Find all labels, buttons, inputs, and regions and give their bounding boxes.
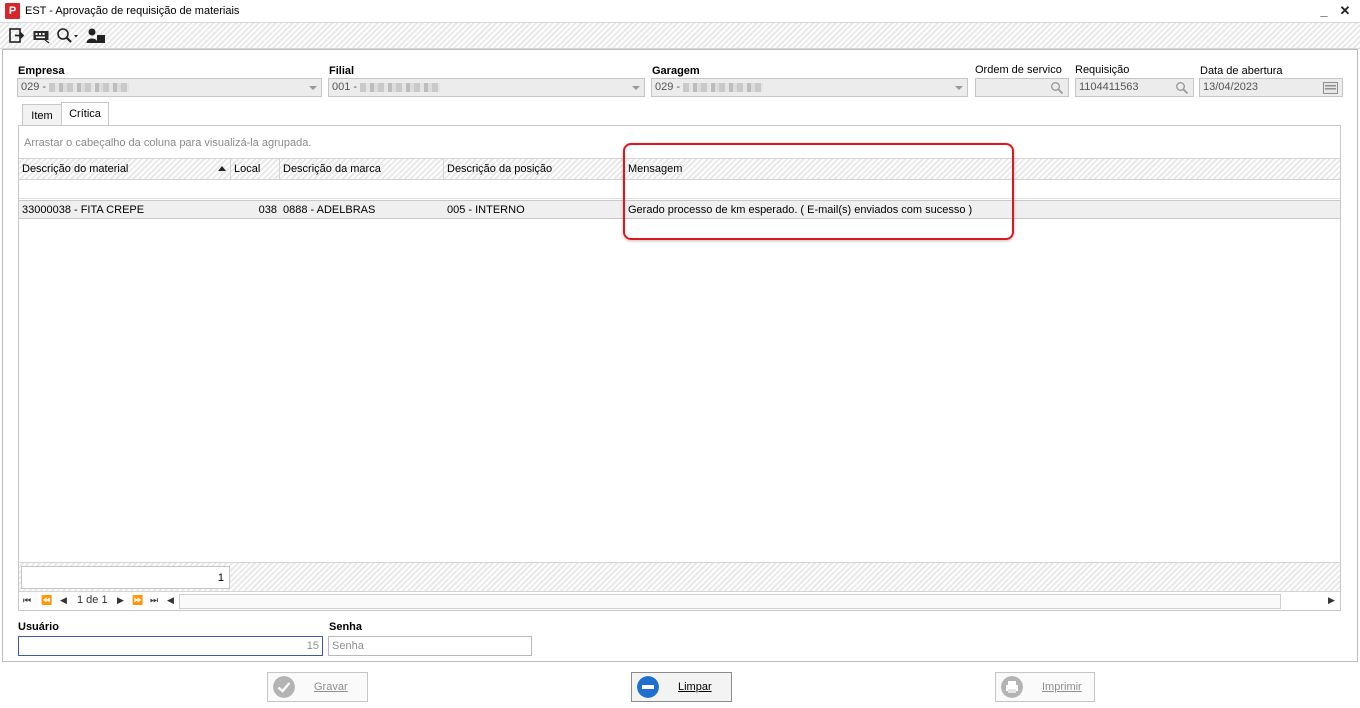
next-page-icon[interactable]: ▶ (117, 595, 124, 606)
usuario-input[interactable]: 15 (18, 636, 323, 656)
garagem-value: 029 - (655, 81, 681, 93)
grid-header: Descrição do material Local Descrição da… (19, 158, 1340, 180)
previous-block-icon[interactable]: ⏪ (41, 595, 52, 606)
exit-icon[interactable] (9, 27, 25, 45)
garagem-select[interactable]: 029 - (651, 78, 968, 97)
limpar-label: Limpar (678, 681, 712, 693)
ordem-servico-input[interactable] (975, 78, 1069, 97)
limpar-button[interactable]: Limpar (631, 672, 732, 702)
row-count: 1 (21, 566, 230, 589)
cell-posicao: 005 - INTERNO (447, 204, 525, 216)
window-title: EST - Aprovação de requisição de materia… (25, 5, 240, 17)
search-icon[interactable] (1050, 81, 1064, 95)
filial-value: 001 - (332, 81, 358, 93)
column-header-label: Local (234, 163, 261, 175)
tab-critica[interactable]: Crítica (61, 102, 109, 125)
printer-icon (1001, 676, 1023, 698)
senha-input[interactable]: Senha (328, 636, 532, 656)
minimize-button[interactable]: _ (1315, 2, 1333, 20)
search-icon[interactable] (1175, 81, 1189, 95)
imprimir-button[interactable]: Imprimir (995, 672, 1095, 702)
garagem-label: Garagem (652, 65, 700, 77)
redacted-text (49, 82, 130, 92)
empresa-value: 029 - (21, 81, 47, 93)
tab-item[interactable]: Item (22, 104, 62, 126)
button-bar: Gravar Limpar Imprimir (2, 661, 1358, 706)
chevron-down-icon (955, 86, 963, 90)
app-logo-icon: P (5, 3, 20, 19)
imprimir-label: Imprimir (1042, 681, 1082, 693)
column-header-mensagem[interactable]: Mensagem (625, 159, 1340, 180)
usuario-label: Usuário (18, 621, 59, 633)
redacted-text (683, 82, 764, 92)
close-button[interactable]: ✕ (1336, 2, 1354, 20)
sort-ascending-icon (218, 166, 226, 171)
title-bar: P EST - Aprovação de requisição de mater… (0, 0, 1360, 23)
chevron-down-icon (632, 86, 640, 90)
scroll-left-icon[interactable]: ◀ (167, 595, 174, 606)
column-header-label: Mensagem (628, 163, 683, 175)
column-header-material[interactable]: Descrição do material (19, 159, 231, 180)
column-header-label: Descrição da marca (283, 163, 381, 175)
filter-row[interactable] (19, 181, 1340, 199)
chevron-down-icon (309, 86, 317, 90)
grid-footer: 1 (19, 562, 1340, 591)
column-header-posicao[interactable]: Descrição da posição (444, 159, 625, 180)
filial-label: Filial (329, 65, 355, 77)
check-icon (273, 676, 295, 698)
cell-local: 038 (258, 204, 277, 216)
ordem-servico-label: Ordem de servico (975, 64, 1062, 76)
requisicao-input[interactable]: 1104411563 (1075, 78, 1194, 97)
user-card-icon[interactable] (86, 27, 106, 45)
next-block-icon[interactable]: ⏩ (132, 595, 143, 606)
requisicao-label: Requisição (1075, 64, 1130, 76)
data-abertura-label: Data de abertura (1200, 65, 1283, 77)
keyboard-icon[interactable] (33, 27, 50, 45)
column-header-local[interactable]: Local (231, 159, 280, 180)
grid-pager: ⏮ ⏪ ◀ 1 de 1 ▶ ⏩ ⏭ ◀ ▶ (19, 591, 1340, 610)
page-indicator: 1 de 1 (77, 594, 108, 606)
data-abertura-input[interactable]: 13/04/2023 (1199, 78, 1343, 97)
filial-select[interactable]: 001 - (328, 78, 645, 97)
cell-marca: 0888 - ADELBRAS (283, 204, 376, 216)
horizontal-scrollbar[interactable] (179, 594, 1281, 609)
senha-label: Senha (329, 621, 363, 633)
scroll-right-icon[interactable]: ▶ (1328, 595, 1335, 606)
column-header-label: Descrição do material (22, 163, 129, 175)
column-header-label: Descrição da posição (447, 163, 553, 175)
critica-grid: Arrastar o cabeçalho da coluna para visu… (18, 125, 1341, 611)
empresa-select[interactable]: 029 - (17, 78, 322, 97)
group-by-hint: Arrastar o cabeçalho da coluna para visu… (24, 137, 312, 149)
search-icon[interactable] (56, 27, 80, 45)
table-row[interactable]: 33000038 - FITA CREPE 038 0888 - ADELBRA… (19, 200, 1340, 219)
empresa-label: Empresa (18, 65, 65, 77)
previous-page-icon[interactable]: ◀ (60, 595, 67, 606)
gravar-label: Gravar (314, 681, 348, 693)
data-abertura-value: 13/04/2023 (1203, 81, 1259, 93)
calendar-icon[interactable] (1323, 82, 1338, 94)
minus-circle-icon (637, 676, 659, 698)
first-page-icon[interactable]: ⏮ (23, 595, 31, 606)
cell-mensagem: Gerado processo de km esperado. ( E-mail… (628, 204, 973, 216)
gravar-button[interactable]: Gravar (267, 672, 368, 702)
requisicao-value: 1104411563 (1079, 81, 1139, 93)
redacted-text (360, 82, 441, 92)
cell-material: 33000038 - FITA CREPE (22, 204, 145, 216)
toolbar (0, 23, 1360, 49)
last-page-icon[interactable]: ⏭ (150, 595, 158, 606)
column-header-marca[interactable]: Descrição da marca (280, 159, 444, 180)
